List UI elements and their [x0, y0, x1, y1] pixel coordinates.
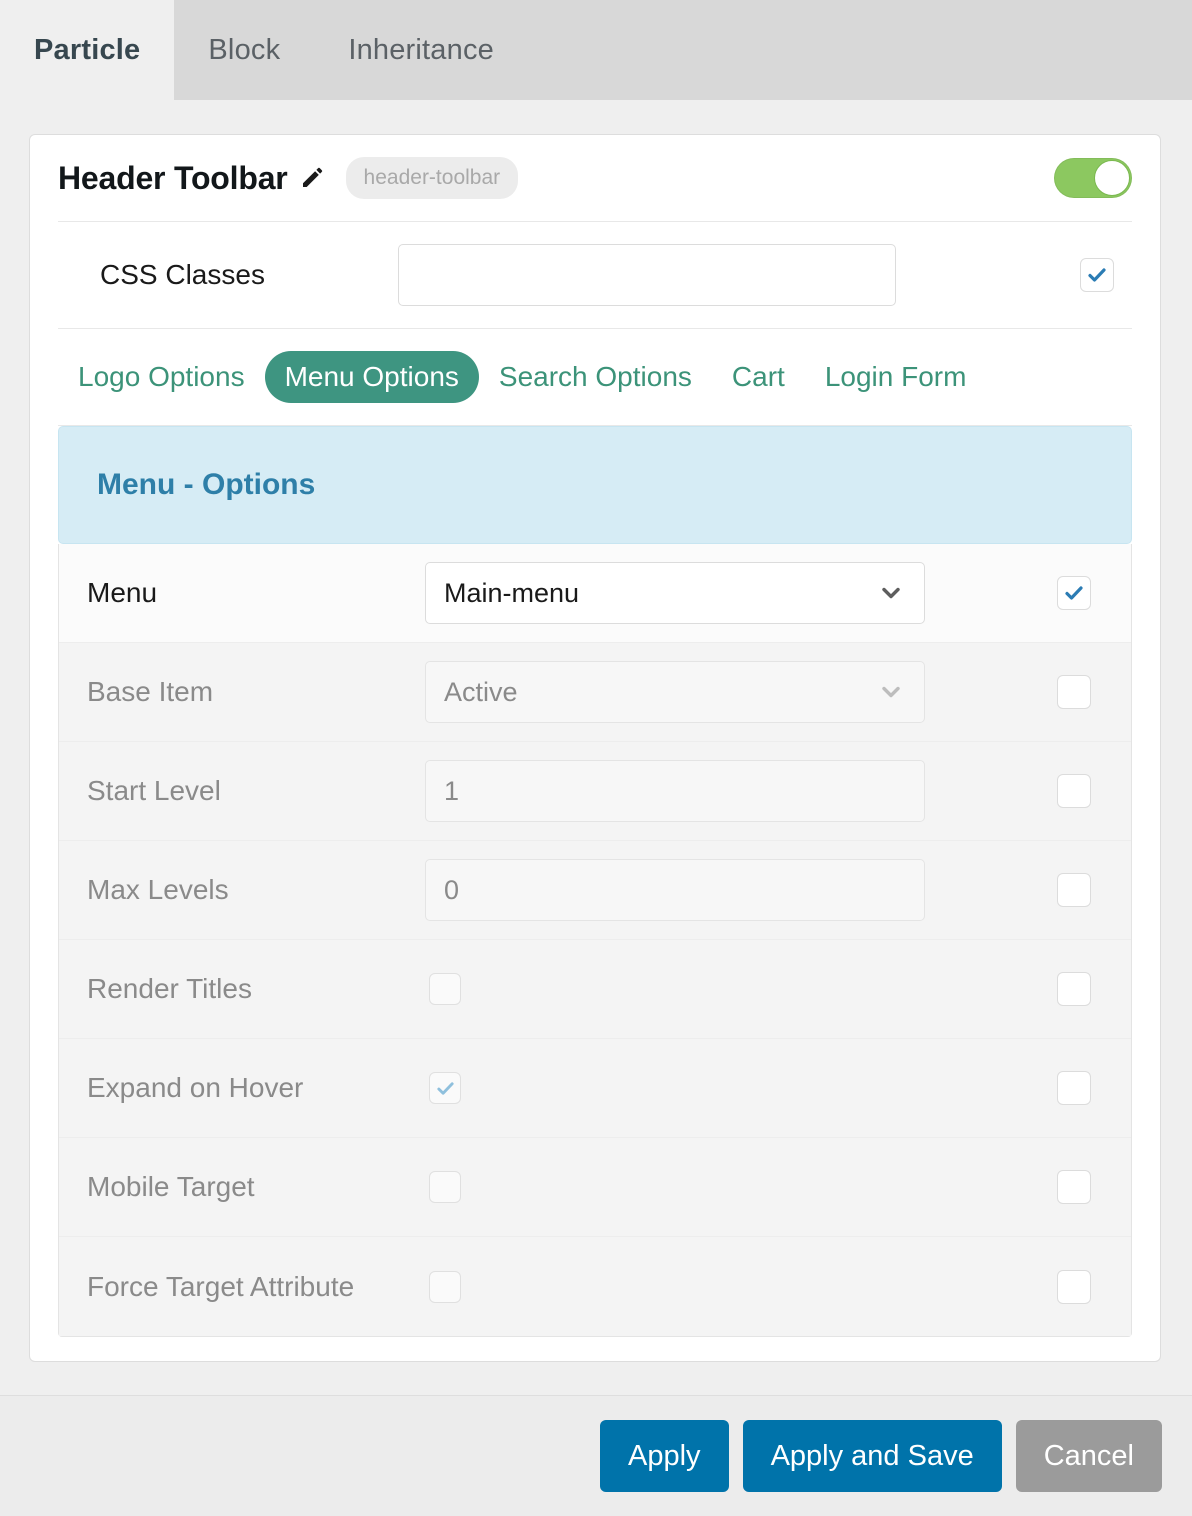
row-force-target-attribute-override-checkbox[interactable]	[1057, 1269, 1091, 1304]
tab-block-label: Block	[208, 33, 281, 66]
css-classes-row: CSS Classes	[30, 222, 1160, 328]
row-expand-on-hover-field	[425, 1072, 1039, 1104]
row-max-levels: Max Levels	[59, 841, 1131, 940]
apply-and-save-button[interactable]: Apply and Save	[742, 1420, 1002, 1492]
menu-select[interactable]: Main-menu	[425, 562, 925, 624]
base-item-select[interactable]: Active	[425, 661, 925, 723]
row-base-item-field: Active	[425, 661, 1039, 723]
row-render-titles: Render Titles	[59, 940, 1131, 1039]
force-target-attribute-checkbox[interactable]	[429, 1270, 461, 1303]
menu-options-panel-header: Menu - Options	[58, 426, 1132, 544]
row-start-level-label: Start Level	[87, 775, 221, 806]
particle-id-tag: header-toolbar	[345, 157, 519, 199]
row-start-level: Start Level	[59, 742, 1131, 841]
subtab-logo-options-label: Logo Options	[78, 361, 245, 392]
expand-on-hover-checkbox[interactable]	[429, 1072, 461, 1104]
subtab-logo-options[interactable]: Logo Options	[58, 351, 265, 403]
row-max-levels-override-cell	[1039, 873, 1109, 907]
menu-select-value: Main-menu	[444, 577, 580, 608]
tab-particle-label: Particle	[34, 33, 141, 66]
base-item-select-value: Active	[444, 676, 518, 707]
cancel-button[interactable]: Cancel	[1015, 1420, 1162, 1492]
tab-particle[interactable]: Particle	[0, 0, 175, 100]
row-base-item: Base Item Active	[59, 643, 1131, 742]
subtab-search-options[interactable]: Search Options	[479, 351, 712, 403]
subtab-menu-options-label: Menu Options	[284, 361, 459, 392]
css-classes-override-cell	[1062, 258, 1132, 292]
row-menu: Menu Main-menu	[59, 544, 1131, 643]
subtab-menu-options[interactable]: Menu Options	[264, 351, 479, 403]
tab-inheritance[interactable]: Inheritance	[314, 0, 528, 100]
row-render-titles-label: Render Titles	[87, 973, 252, 1004]
row-expand-on-hover-override-cell	[1039, 1071, 1109, 1105]
row-expand-on-hover-label: Expand on Hover	[87, 1072, 304, 1103]
chevron-down-icon	[878, 679, 904, 705]
row-start-level-field	[425, 760, 1039, 822]
card-header: Header Toolbar header-toolbar	[30, 135, 1160, 221]
row-mobile-target-override-checkbox[interactable]	[1057, 1170, 1091, 1204]
page-title: Header Toolbar	[58, 159, 288, 196]
row-start-level-override-checkbox[interactable]	[1057, 774, 1091, 808]
css-classes-override-checkbox[interactable]	[1080, 258, 1114, 292]
row-mobile-target-label: Mobile Target	[87, 1171, 255, 1202]
row-menu-label: Menu	[87, 577, 158, 608]
css-classes-input[interactable]	[398, 244, 896, 306]
row-base-item-override-cell	[1039, 675, 1109, 709]
row-menu-field: Main-menu	[425, 562, 1039, 624]
row-force-target-attribute-field	[425, 1270, 1039, 1303]
subtab-cart-label: Cart	[731, 361, 785, 392]
pencil-icon[interactable]	[300, 166, 324, 190]
start-level-input[interactable]	[425, 760, 925, 822]
render-titles-checkbox[interactable]	[429, 973, 461, 1005]
tab-inheritance-label: Inheritance	[348, 33, 494, 66]
subtab-login-form[interactable]: Login Form	[805, 351, 987, 403]
top-tab-strip: Particle Block Inheritance	[0, 0, 1192, 100]
row-start-level-override-cell	[1039, 774, 1109, 808]
tab-block[interactable]: Block	[174, 0, 314, 100]
particle-settings-card: Header Toolbar header-toolbar CSS Classe…	[29, 134, 1161, 1362]
row-render-titles-field	[425, 973, 1039, 1005]
subtab-search-options-label: Search Options	[498, 361, 692, 392]
menu-options-rows: Menu Main-menu Base Item Active Start Le…	[58, 544, 1132, 1337]
footer-button-bar: Apply Apply and Save Cancel	[0, 1395, 1192, 1516]
row-base-item-override-checkbox[interactable]	[1057, 675, 1091, 709]
row-menu-override-checkbox[interactable]	[1057, 576, 1091, 610]
row-menu-override-cell	[1039, 576, 1109, 610]
row-max-levels-field	[425, 859, 1039, 921]
subtab-cart[interactable]: Cart	[712, 351, 805, 403]
row-render-titles-override-cell	[1039, 972, 1109, 1006]
row-max-levels-label: Max Levels	[87, 874, 229, 905]
particle-subtab-bar: Logo Options Menu Options Search Options…	[30, 329, 1160, 425]
mobile-target-checkbox[interactable]	[429, 1171, 461, 1203]
menu-options-panel-wrap: Menu - Options Menu Main-menu Base Item …	[30, 426, 1160, 1361]
css-classes-label: CSS Classes	[100, 259, 265, 290]
row-force-target-attribute-override-cell	[1039, 1269, 1109, 1304]
row-expand-on-hover-override-checkbox[interactable]	[1057, 1071, 1091, 1105]
row-base-item-label: Base Item	[87, 676, 214, 707]
row-expand-on-hover: Expand on Hover	[59, 1039, 1131, 1138]
subtab-login-form-label: Login Form	[824, 361, 967, 392]
row-mobile-target-field	[425, 1171, 1039, 1203]
toggle-knob	[1094, 160, 1130, 196]
max-levels-input[interactable]	[425, 859, 925, 921]
chevron-down-icon	[878, 580, 904, 606]
enable-particle-toggle[interactable]	[1054, 158, 1132, 198]
row-mobile-target: Mobile Target	[59, 1138, 1131, 1237]
apply-button[interactable]: Apply	[600, 1420, 729, 1492]
row-force-target-attribute-label: Force Target Attribute	[87, 1270, 355, 1302]
row-force-target-attribute: Force Target Attribute	[59, 1237, 1131, 1336]
row-mobile-target-override-cell	[1039, 1170, 1109, 1204]
row-render-titles-override-checkbox[interactable]	[1057, 972, 1091, 1006]
menu-options-panel-title: Menu - Options	[97, 468, 316, 501]
row-max-levels-override-checkbox[interactable]	[1057, 873, 1091, 907]
